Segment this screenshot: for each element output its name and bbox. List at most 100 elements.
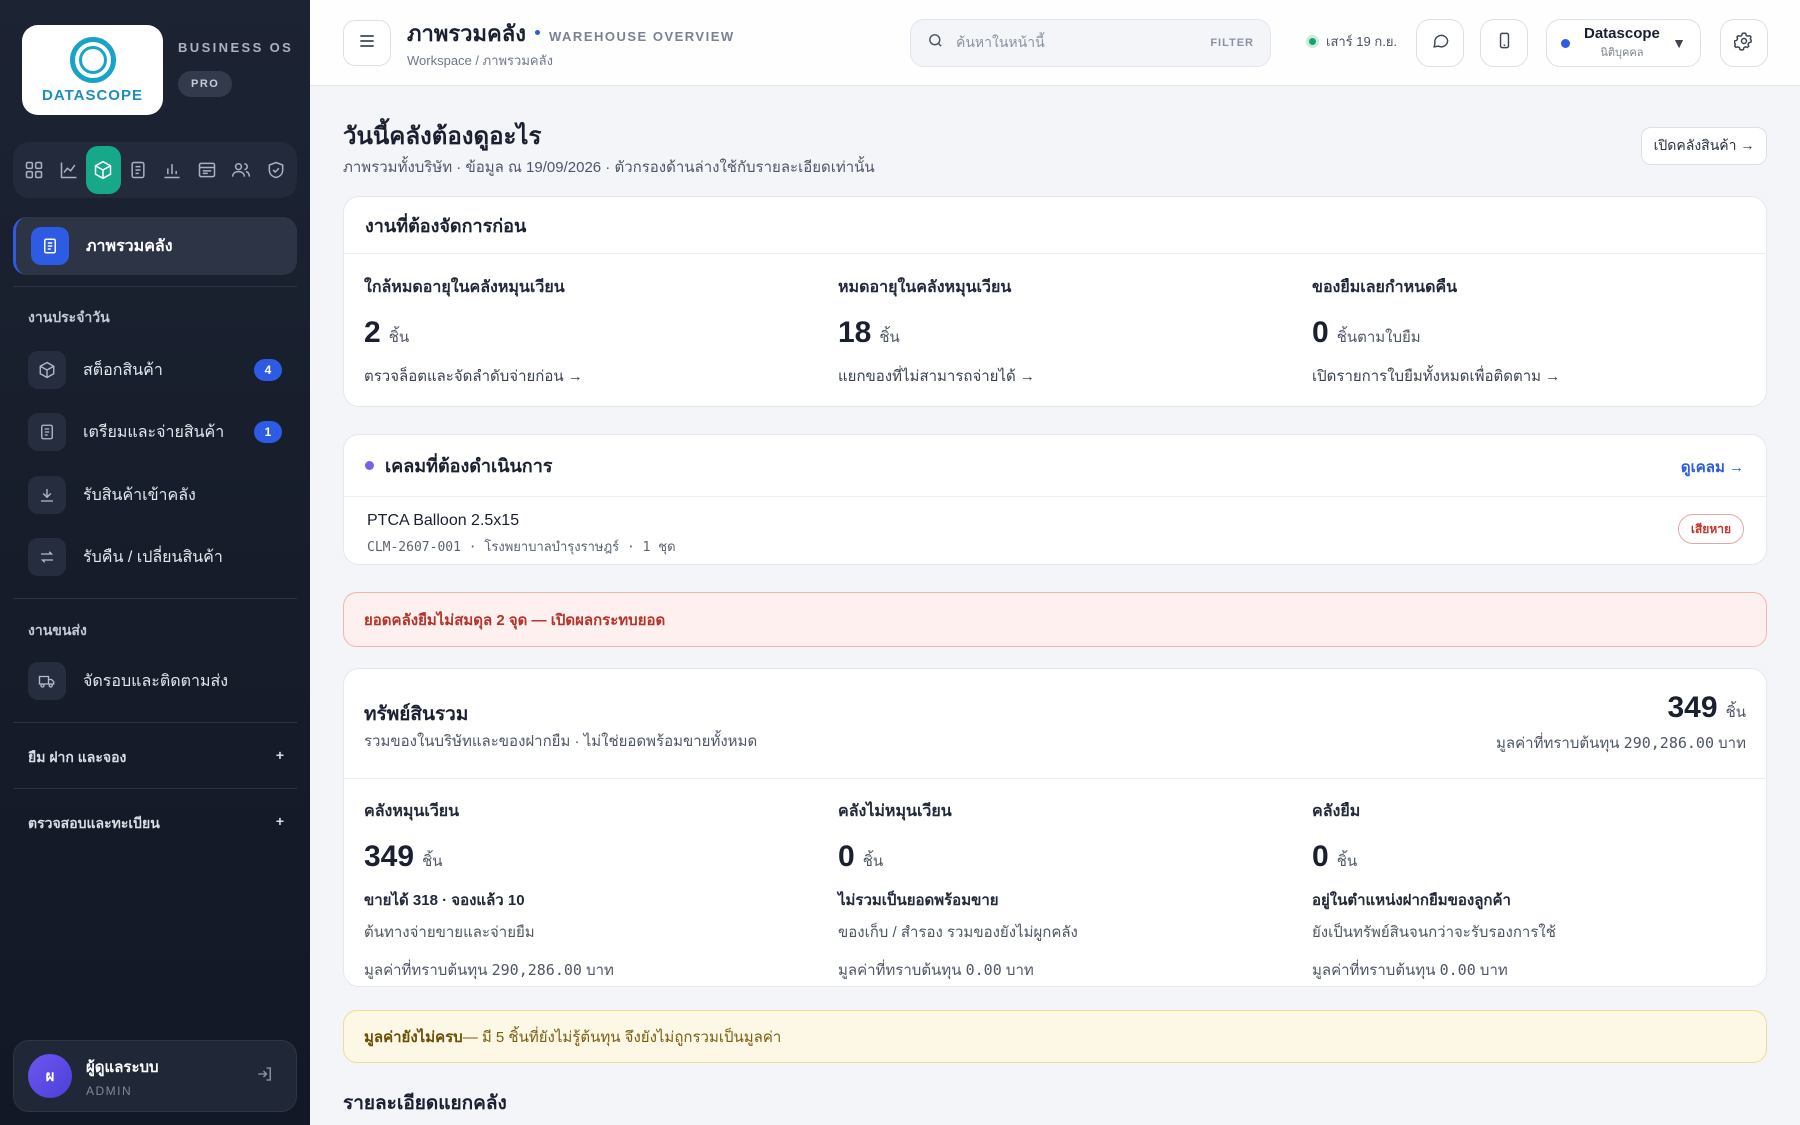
kpi-label: ของยืมเลยกำหนดคืน [1312,279,1458,296]
search-placeholder: ค้นหาในหน้านี้ [956,34,1045,50]
gear-icon [1733,31,1754,56]
value-label: มูลค่าที่ทราบต้นทุน [1496,735,1620,752]
swap-icon [28,538,66,576]
brand-logo[interactable]: DATASCOPE [22,25,163,115]
kpi-label: คลังไม่หมุนเวียน [838,803,952,820]
kpi-detail: ไม่รวมเป็นยอดพร้อมขาย [838,892,999,909]
assets-card: ทรัพย์สินรวม รวมของในบริษัทและของฝากยืม … [343,668,1767,987]
kpi-value: 0 [838,840,855,873]
sidebar-item-returns[interactable]: รับคืน / เปลี่ยนสินค้า [13,529,297,585]
sidebar-item-label: รับสินค้าเข้าคลัง [83,486,196,504]
kpi-link[interactable]: แยกของที่ไม่สามารถจ่ายได้ → [838,364,1035,388]
sidebar-item-stock[interactable]: สต็อกสินค้า 4 [13,342,297,398]
total-value: 349 [1667,691,1718,724]
plan-badge: PRO [178,71,233,97]
logout-icon[interactable] [256,1065,274,1088]
kpi-unit: ชิ้น [422,853,443,870]
kpi-value: 349 [364,840,415,873]
kpi-note: ของเก็บ / สำรอง รวมของยังไม่ผูกคลัง [838,924,1078,941]
kpi-link[interactable]: ตรวจล็อตและจัดลำดับจ่ายก่อน → [364,364,583,388]
sidebar-item-overview[interactable]: ภาพรวมคลัง [13,217,297,275]
users-icon[interactable] [224,148,259,192]
total-unit: ชิ้น [1725,704,1746,721]
menu-button[interactable] [343,20,391,66]
value-label: มูลค่าที่ทราบต้นทุน [838,962,962,979]
kpi-value: 0 [1312,316,1329,349]
card-title: เคลมที่ต้องดำเนินการ [385,456,553,476]
avatar: ผ [28,1054,72,1098]
mobile-view-button[interactable] [1480,19,1528,67]
kpi-label: คลังยืม [1312,803,1361,820]
sidebar-item-receiving[interactable]: รับสินค้าเข้าคลัง [13,467,297,523]
divider [13,598,297,599]
bar-chart-icon[interactable] [155,148,190,192]
kpi-label: ใกล้หมดอายุในคลังหมุนเวียน [364,279,565,296]
user-card[interactable]: ผ ผู้ดูแลระบบ ADMIN [13,1040,297,1112]
sidebar-item-pick-dispatch[interactable]: เตรียมและจ่ายสินค้า 1 [13,404,297,460]
user-role: ADMIN [86,1083,133,1098]
value-amount: 0.00 [1439,961,1476,979]
section-label-daily: งานประจำวัน [28,309,110,325]
chart-line-icon[interactable] [52,148,87,192]
page-title: ภาพรวมคลัง WAREHOUSE OVERVIEW [407,16,735,51]
user-name: ผู้ดูแลระบบ [86,1058,159,1076]
total-assets: 349 ชิ้น มูลค่าที่ทราบต้นทุน 290,286.00 บ… [1496,691,1746,755]
value-amount: 290,286.00 [1623,734,1714,752]
valuation-warning: มูลค่ายังไม่ครบ — มี 5 ชิ้นที่ยังไม่รู้ต… [343,1010,1767,1063]
kpi-overdue-loans: ของยืมเลยกำหนดคืน 0 ชิ้นตามใบยืม เปิดรายก… [1312,275,1560,388]
balance-alert[interactable]: ยอดคลังยืมไม่สมดุล 2 จุด — เปิดผลกระทบยอ… [343,592,1767,647]
caret-down-icon: ▼ [1672,35,1686,51]
search-input[interactable]: ค้นหาในหน้านี้ FILTER [910,19,1271,67]
kpi-label: หมดอายุในคลังหมุนเวียน [838,279,1012,296]
claim-product-name[interactable]: PTCA Balloon 2.5x15 [367,512,519,530]
chat-button[interactable] [1416,19,1464,67]
table-icon[interactable] [190,148,225,192]
document-icon [28,413,66,451]
section-label-shipping: งานขนส่ง [28,622,87,638]
divider [13,722,297,723]
document-icon[interactable] [121,148,156,192]
status-dot-icon [1306,35,1319,48]
sidebar-item-shipments[interactable]: จัดรอบและติดตามส่ง [13,653,297,709]
non-rotating-stock: คลังไม่หมุนเวียน 0 ชิ้น ไม่รวมเป็นยอดพร้อ… [838,799,1078,982]
collapsible-borrow-deposit[interactable]: ยืม ฝาก และจอง + [28,747,284,769]
box-icon [28,351,66,389]
box-icon[interactable] [86,146,121,194]
download-icon [28,476,66,514]
kpi-detail: ขายได้ 318 · จองแล้ว 10 [364,892,525,909]
section-subtitle: ภาพรวมทั้งบริษัท · ข้อมูล ณ 19/09/2026 ·… [343,159,875,176]
breadcrumb[interactable]: Workspace / ภาพรวมคลัง [407,50,553,71]
section-title: วันนี้คลังต้องดูอะไร [343,123,542,150]
truck-icon [28,662,66,700]
kpi-link[interactable]: เปิดรายการใบยืมทั้งหมดเพื่อติดตาม → [1312,364,1560,388]
status-badge: เสียหาย [1677,514,1744,544]
card-subtitle: รวมของในบริษัทและของฝากยืม · ไม่ใช่ยอดพร… [364,733,758,750]
currency: บาท [1718,735,1746,752]
kpi-unit: ชิ้น [388,329,410,346]
value-amount: 0.00 [965,961,1002,979]
grid-icon[interactable] [17,148,52,192]
org-type: นิติบุคคล [1600,47,1644,59]
phone-icon [1495,31,1514,55]
open-warehouse-button[interactable]: เปิดคลังสินค้า → [1641,127,1767,165]
see-claims-link[interactable]: ดูเคลม → [1681,455,1744,479]
sidebar-item-label: เตรียมและจ่ายสินค้า [83,423,225,441]
filter-button[interactable]: FILTER [1210,37,1254,49]
collapsible-audit-registry[interactable]: ตรวจสอบและทะเบียน + [28,813,284,835]
rotating-stock: คลังหมุนเวียน 349 ชิ้น ขายได้ 318 · จองแล… [364,799,614,982]
logo-text: DATASCOPE [42,86,143,104]
loan-stock: คลังยืม 0 ชิ้น อยู่ในตำแหน่งฝากยืมของลูกค… [1312,799,1556,982]
module-switcher [13,142,297,198]
kpi-value: 0 [1312,840,1329,873]
current-date: เสาร์ 19 ก.ย. [1326,34,1398,49]
kpi-near-expiry: ใกล้หมดอายุในคลังหมุนเวียน 2 ชิ้น ตรวจล็อ… [364,275,583,388]
sidebar-item-label: ภาพรวมคลัง [86,237,173,255]
value-amount: 290,286.00 [491,961,582,979]
org-switcher[interactable]: Datascope นิติบุคคล ▼ [1546,19,1701,67]
settings-button[interactable] [1720,19,1768,67]
shield-icon[interactable] [259,148,294,192]
divider [13,286,297,287]
sidebar: DATASCOPE BUSINESS OS PRO ภาพรวมคลัง งาน… [0,0,310,1125]
card-title: งานที่ต้องจัดการก่อน [344,197,1766,254]
kpi-value: 18 [838,316,872,349]
